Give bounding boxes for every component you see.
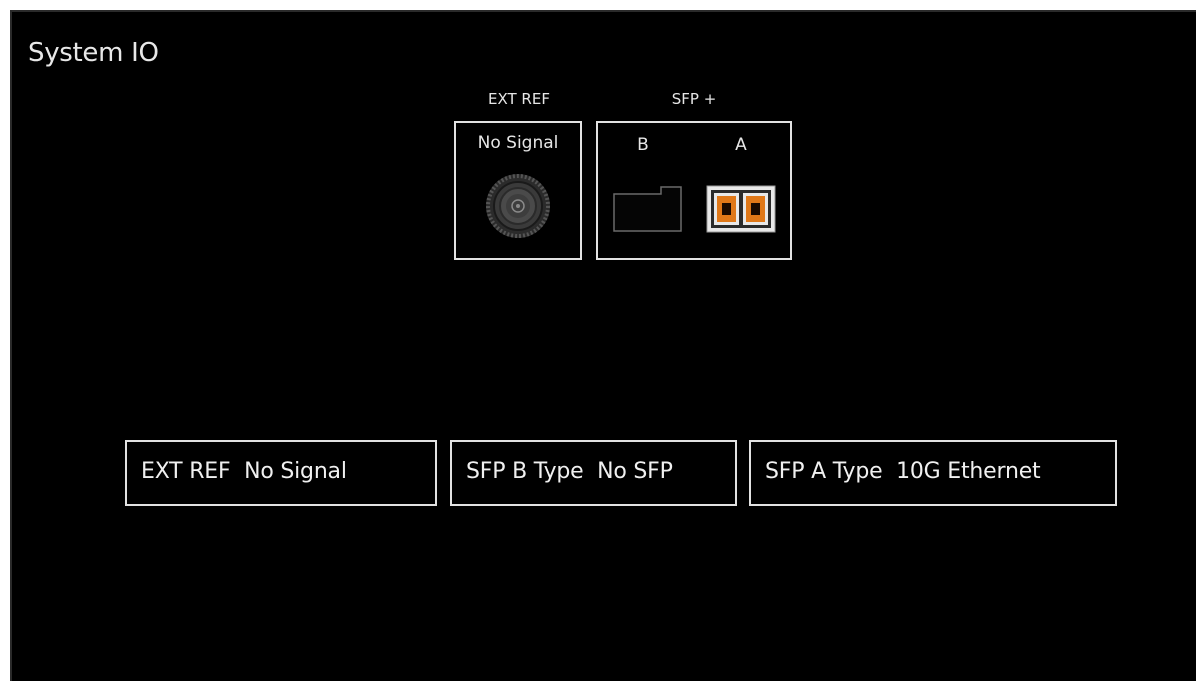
ext-ref-status-value: No Signal [244,459,347,484]
sfp-a-label: A [735,135,747,155]
empty-sfp-port-icon[interactable] [613,186,683,232]
sfp-a-status-box: SFP A Type 10G Ethernet [749,440,1117,506]
ext-ref-status-label: EXT REF [141,459,231,484]
ext-ref-panel[interactable]: No Signal [454,121,582,260]
sfp-b-status-box: SFP B Type No SFP [450,440,737,506]
ext-ref-header: EXT REF [488,90,550,108]
sfp-b-status-label: SFP B Type [466,459,584,484]
sfp-module-icon[interactable] [706,185,776,233]
ext-ref-status-box: EXT REF No Signal [125,440,437,506]
bnc-connector-icon [486,174,550,238]
sfp-panel[interactable]: B A [596,121,792,260]
system-io-screen: System IO EXT REF SFP + No Signal B A EX… [10,10,1196,681]
sfp-a-status-value: 10G Ethernet [896,459,1041,484]
sfp-b-status-value: No SFP [597,459,673,484]
page-title: System IO [28,38,159,68]
ext-ref-panel-status: No Signal [477,133,559,153]
sfp-b-label: B [637,135,649,155]
sfp-a-status-label: SFP A Type [765,459,883,484]
sfp-header: SFP + [671,90,717,108]
